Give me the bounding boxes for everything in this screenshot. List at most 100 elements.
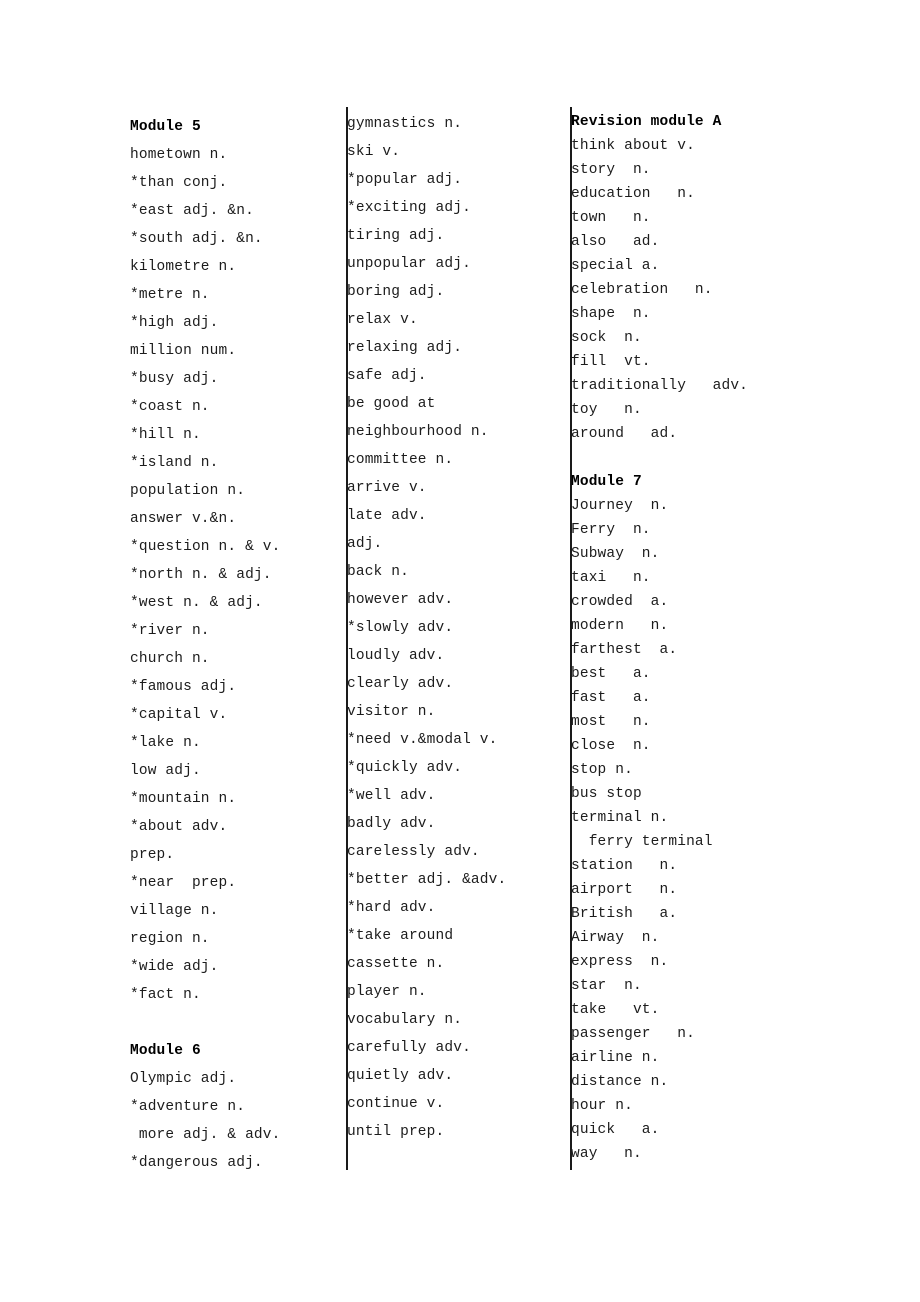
vocabulary-entry: Journey n.	[571, 498, 669, 514]
vocabulary-entry: continue v.	[347, 1096, 445, 1112]
vocabulary-entry: *north n. & adj.	[130, 567, 272, 583]
vocabulary-entry: airline n.	[571, 1050, 660, 1066]
vocabulary-entry: boring adj.	[347, 284, 445, 300]
vocabulary-entry: traditionally adv.	[571, 378, 749, 394]
vocabulary-entry: distance n.	[571, 1074, 669, 1090]
vocabulary-entry: back n.	[347, 564, 409, 580]
vocabulary-entry: passenger n.	[571, 1026, 695, 1042]
vocabulary-entry: sock n.	[571, 330, 642, 346]
vocabulary-entry: bus stop	[571, 786, 642, 802]
vocabulary-entry: late adv.	[347, 508, 427, 524]
vocabulary-entry: kilometre n.	[130, 259, 237, 275]
module-heading: Module 5	[130, 119, 201, 135]
vocabulary-entry: *exciting adj.	[347, 200, 471, 216]
vocabulary-entry: airport n.	[571, 882, 678, 898]
vocabulary-entry: modern n.	[571, 618, 669, 634]
vocabulary-entry: population n.	[130, 483, 246, 499]
vocabulary-entry: visitor n.	[347, 704, 436, 720]
vocabulary-entry: close n.	[571, 738, 651, 754]
vocabulary-entry: *popular adj.	[347, 172, 463, 188]
vocabulary-entry: station n.	[571, 858, 678, 874]
vocabulary-entry: vocabulary n.	[347, 1012, 463, 1028]
vocabulary-entry: carefully adv.	[347, 1040, 471, 1056]
vocabulary-entry: Subway n.	[571, 546, 660, 562]
vocabulary-entry: answer v.&n.	[130, 511, 237, 527]
vocabulary-entry: special a.	[571, 258, 660, 274]
vocabulary-entry: *hill n.	[130, 427, 201, 443]
vocabulary-entry: ferry terminal	[571, 834, 713, 850]
vocabulary-entry: church n.	[130, 651, 210, 667]
vocabulary-entry: star n.	[571, 978, 642, 994]
vocabulary-entry: *slowly adv.	[347, 620, 454, 636]
vocabulary-column-right: Revision module A think about v. story n. e…	[571, 0, 801, 1166]
vocabulary-entry: village n.	[130, 903, 219, 919]
vocabulary-entry: fast a.	[571, 690, 651, 706]
vocabulary-entry: also ad.	[571, 234, 660, 250]
vocabulary-entry: *south adj. &n.	[130, 231, 263, 247]
vocabulary-entry: crowded a.	[571, 594, 669, 610]
vocabulary-entry: *than conj.	[130, 175, 228, 191]
vocabulary-entry: *quickly adv.	[347, 760, 463, 776]
vocabulary-entry: *need v.&modal v.	[347, 732, 498, 748]
vocabulary-entry: best a.	[571, 666, 651, 682]
vocabulary-entry: relax v.	[347, 312, 418, 328]
vocabulary-entry: *metre n.	[130, 287, 210, 303]
vocabulary-entry: story n.	[571, 162, 651, 178]
module-heading: Module 7	[571, 474, 642, 490]
module-heading: Module 6	[130, 1043, 201, 1059]
vocabulary-entry: express n.	[571, 954, 669, 970]
vocabulary-entry: *busy adj.	[130, 371, 219, 387]
columns-container: Module 5 hometown n. *than conj. *east adj.…	[0, 0, 920, 1302]
vocabulary-entry: *mountain n.	[130, 791, 237, 807]
vocabulary-column-middle: gymnastics n. ski v. *popular adj. *excitin…	[347, 0, 571, 1146]
vocabulary-entry: until prep.	[347, 1124, 445, 1140]
vocabulary-entry: neighbourhood n.	[347, 424, 489, 440]
vocabulary-column-left: Module 5 hometown n. *than conj. *east adj.…	[130, 0, 347, 1177]
document-page: Module 5 hometown n. *than conj. *east adj.…	[0, 0, 920, 1302]
vocabulary-entry: *wide adj.	[130, 959, 219, 975]
vocabulary-entry: *adventure n.	[130, 1099, 246, 1115]
vocabulary-entry: *take around	[347, 928, 454, 944]
vocabulary-entry: region n.	[130, 931, 210, 947]
vocabulary-entry: quick a.	[571, 1122, 660, 1138]
vocabulary-entry: *coast n.	[130, 399, 210, 415]
vocabulary-entry: carelessly adv.	[347, 844, 480, 860]
vocabulary-entry: *better adj. &adv.	[347, 872, 507, 888]
vocabulary-entry: quietly adv.	[347, 1068, 454, 1084]
vocabulary-entry: *fact n.	[130, 987, 201, 1003]
vocabulary-entry: British a.	[571, 906, 678, 922]
vocabulary-entry: however adv.	[347, 592, 454, 608]
vocabulary-entry: taxi n.	[571, 570, 651, 586]
vocabulary-entry: *well adv.	[347, 788, 436, 804]
vocabulary-entry: think about v.	[571, 138, 695, 154]
vocabulary-entry: *high adj.	[130, 315, 219, 331]
vocabulary-entry: player n.	[347, 984, 427, 1000]
vocabulary-entry: celebration n.	[571, 282, 713, 298]
vocabulary-entry: take vt.	[571, 1002, 660, 1018]
vocabulary-entry: more adj. & adv.	[130, 1127, 281, 1143]
vocabulary-entry: stop n.	[571, 762, 633, 778]
vocabulary-entry: Ferry n.	[571, 522, 651, 538]
vocabulary-entry: *question n. & v.	[130, 539, 281, 555]
vocabulary-entry: *east adj. &n.	[130, 203, 254, 219]
vocabulary-entry: clearly adv.	[347, 676, 454, 692]
vocabulary-entry: around ad.	[571, 426, 678, 442]
vocabulary-entry: town n.	[571, 210, 651, 226]
vocabulary-entry: farthest a.	[571, 642, 678, 658]
vocabulary-entry: *lake n.	[130, 735, 201, 751]
vocabulary-entry: committee n.	[347, 452, 454, 468]
vocabulary-entry: prep.	[130, 847, 175, 863]
vocabulary-entry: badly adv.	[347, 816, 436, 832]
vocabulary-entry: unpopular adj.	[347, 256, 471, 272]
vocabulary-entry: Airway n.	[571, 930, 660, 946]
vocabulary-entry: adj.	[347, 536, 383, 552]
vocabulary-entry: most n.	[571, 714, 651, 730]
vocabulary-entry: hour n.	[571, 1098, 633, 1114]
vocabulary-entry: education n.	[571, 186, 695, 202]
vocabulary-entry: *capital v.	[130, 707, 228, 723]
vocabulary-entry: *dangerous adj.	[130, 1155, 263, 1171]
vocabulary-entry: low adj.	[130, 763, 201, 779]
vocabulary-entry: hometown n.	[130, 147, 228, 163]
vocabulary-entry: be good at	[347, 396, 436, 412]
